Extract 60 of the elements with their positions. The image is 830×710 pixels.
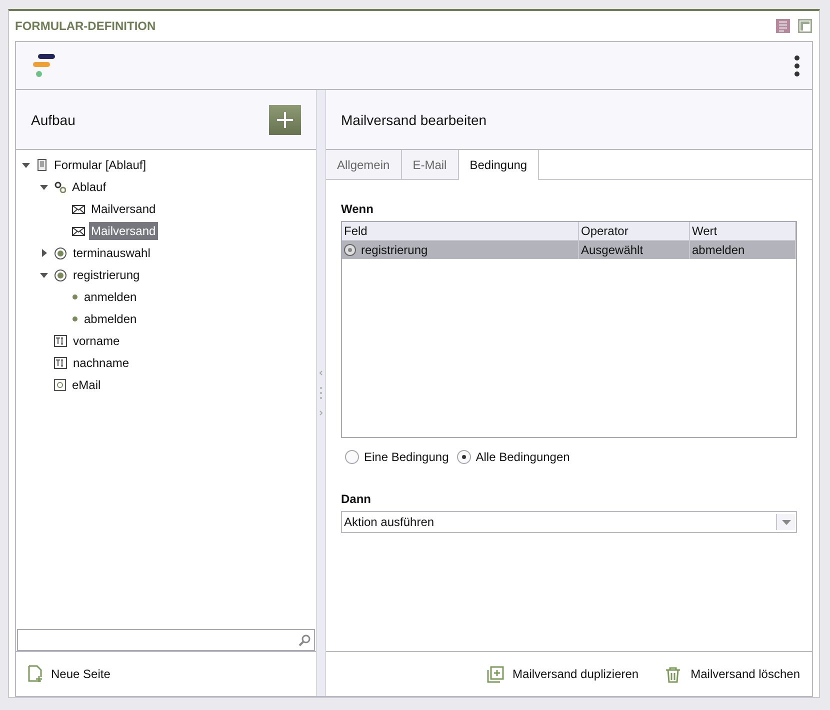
table-cell: Ausgewählt: [581, 243, 644, 257]
tree-item[interactable]: Formular [Ablauf]: [52, 156, 148, 174]
tab[interactable]: Allgemein: [326, 150, 402, 179]
splitter-handle[interactable]: [316, 90, 326, 696]
envelope-icon: [72, 204, 85, 214]
tree-item[interactable]: Ablauf: [70, 178, 108, 196]
panel-title: Mailversand bearbeiten: [341, 112, 487, 128]
tree-item[interactable]: Mailversand: [89, 200, 158, 218]
column-header[interactable]: Feld: [342, 222, 579, 240]
tree-item[interactable]: eMail: [70, 376, 103, 394]
tree-item[interactable]: registrierung: [71, 266, 142, 284]
plus-icon: [277, 112, 293, 128]
trash-icon: [664, 666, 682, 682]
collapse-toggle-icon[interactable]: [39, 182, 49, 192]
document-icon: [36, 159, 48, 171]
tree-item[interactable]: abmelden: [82, 310, 139, 328]
tree-item[interactable]: terminauswahl: [71, 244, 152, 262]
caret-icon: [782, 520, 790, 524]
text-field-icon: [54, 335, 67, 347]
collapse-toggle-icon[interactable]: [39, 270, 49, 280]
radio-icon: [344, 244, 356, 256]
envelope-icon: [72, 226, 85, 236]
radio-icon: [54, 268, 67, 282]
panel-title: Aufbau: [31, 112, 76, 128]
radio-option[interactable]: Alle Bedingungen: [456, 450, 570, 464]
tree-item[interactable]: nachname: [71, 354, 132, 372]
more-options-icon[interactable]: [794, 54, 800, 76]
grip-icon[interactable]: [319, 368, 323, 418]
column-header[interactable]: Wert: [690, 222, 796, 240]
bullet-icon: [72, 316, 78, 322]
collapse-toggle-icon[interactable]: [21, 160, 31, 170]
section-label: Wenn: [341, 202, 374, 216]
column-header[interactable]: Operator: [579, 222, 690, 240]
add-button[interactable]: [269, 104, 301, 134]
expand-toggle-icon[interactable]: [39, 248, 49, 258]
tree-item[interactable]: vorname: [71, 332, 122, 350]
gears-icon: [54, 181, 66, 193]
text-field-icon: [54, 357, 67, 369]
table-cell: registrierung: [361, 243, 428, 257]
table-row[interactable]: registrierung Ausgewählt abmelden: [342, 241, 796, 259]
tree-item[interactable]: anmelden: [82, 288, 139, 306]
new-page-icon: [28, 665, 42, 683]
radio-icon: [54, 246, 67, 260]
logo-icon: [32, 52, 56, 80]
radio-option[interactable]: Eine Bedingung: [345, 450, 449, 464]
search-field[interactable]: [17, 629, 315, 651]
document-icon[interactable]: [775, 18, 791, 34]
tab[interactable]: Bedingung: [458, 150, 540, 180]
search-icon: [298, 634, 311, 646]
duplicate-button[interactable]: Mailversand duplizieren: [486, 666, 639, 682]
duplicate-icon: [486, 666, 504, 682]
section-label: Dann: [341, 492, 372, 506]
delete-button[interactable]: Mailversand löschen: [664, 666, 800, 682]
bullet-icon: [72, 294, 78, 300]
new-page-button[interactable]: Neue Seite: [28, 665, 110, 683]
window-title: FORMULAR-DEFINITION: [15, 19, 156, 33]
action-dropdown[interactable]: Aktion ausführen: [341, 511, 797, 533]
tab[interactable]: E-Mail: [402, 150, 459, 179]
tree-item[interactable]: Mailversand: [89, 222, 158, 240]
table-cell: abmelden: [692, 243, 745, 257]
